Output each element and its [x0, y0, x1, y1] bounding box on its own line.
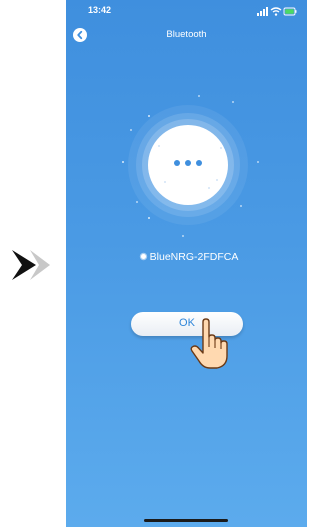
- selected-indicator-icon: [140, 254, 146, 260]
- device-list-item[interactable]: BlueNRG-2FDFCA: [66, 248, 307, 264]
- phone-screen: 13:42 Bluetooth BlueNRG-2FDFCA OK: [66, 0, 307, 527]
- device-name: BlueNRG-2FDFCA: [149, 250, 239, 263]
- double-chevron-right-icon: [8, 248, 58, 282]
- status-time: 13:42: [88, 5, 112, 15]
- home-indicator: [144, 519, 228, 522]
- signal-icon: [257, 7, 268, 16]
- page-title: Bluetooth: [166, 29, 207, 40]
- hand-pointer-icon: [190, 318, 230, 370]
- bluetooth-scan-graphic: [113, 90, 263, 240]
- nav-header: Bluetooth: [66, 24, 307, 48]
- ellipsis-icon: [174, 160, 202, 166]
- wifi-icon: [270, 7, 282, 16]
- status-icons: [257, 5, 297, 17]
- battery-icon: [283, 7, 297, 16]
- status-bar: 13:42: [66, 0, 307, 22]
